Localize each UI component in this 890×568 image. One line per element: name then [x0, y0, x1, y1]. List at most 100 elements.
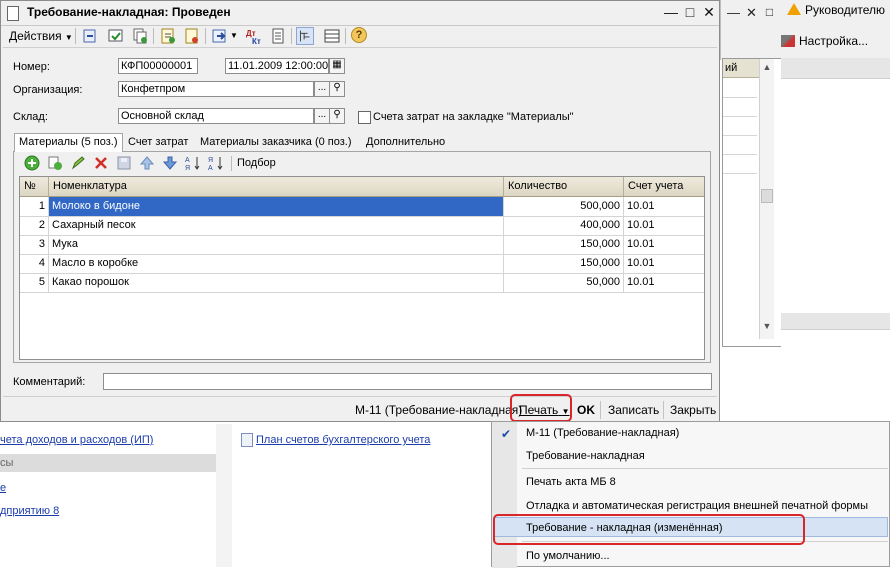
column-header-account[interactable]: Счет учета	[624, 177, 704, 196]
tab-cost-account[interactable]: Счет затрат	[124, 134, 192, 151]
cell-nomenclature[interactable]: Мука	[49, 235, 504, 254]
cell-quantity[interactable]: 500,000	[504, 197, 624, 216]
hierarchy-icon[interactable]	[296, 27, 314, 45]
cell-quantity[interactable]: 150,000	[504, 235, 624, 254]
list-item[interactable]	[723, 136, 757, 155]
cell-account[interactable]: 10.01	[624, 273, 704, 292]
calendar-icon: ▦	[332, 59, 342, 70]
move-up-icon[interactable]	[138, 154, 156, 172]
post-icon[interactable]	[107, 27, 125, 45]
close-icon[interactable]: ✕	[745, 6, 758, 19]
menu-item-m11[interactable]: М-11 (Требование-накладная)	[526, 427, 679, 439]
restore-icon[interactable]: □	[763, 6, 776, 19]
copy-icon[interactable]	[131, 27, 149, 45]
toolbar-separator	[231, 156, 232, 171]
warning-link[interactable]: Руководителю	[787, 3, 885, 17]
go-to-icon[interactable]	[211, 27, 229, 45]
sort-ascending-icon[interactable]: АЯ	[184, 154, 202, 172]
link-e[interactable]: е	[0, 482, 6, 494]
column-header-quantity[interactable]: Количество	[504, 177, 624, 196]
tab-customer-materials[interactable]: Материалы заказчика (0 поз.)	[196, 134, 356, 151]
cell-account[interactable]: 10.01	[624, 254, 704, 273]
link-enterprise[interactable]: дприятию 8	[0, 505, 59, 517]
move-down-icon[interactable]	[161, 154, 179, 172]
cell-quantity[interactable]: 400,000	[504, 216, 624, 235]
background-right-panel	[781, 58, 890, 423]
enter-based-on-icon[interactable]	[159, 27, 177, 45]
table-row[interactable]: 3 Мука 150,000 10.01	[20, 235, 704, 255]
tab-additional[interactable]: Дополнительно	[362, 134, 449, 151]
cell-quantity[interactable]: 150,000	[504, 254, 624, 273]
list-item[interactable]	[723, 98, 757, 117]
selection-button[interactable]: Подбор	[237, 157, 276, 169]
scroll-up-icon[interactable]: ▲	[762, 62, 772, 72]
help-icon[interactable]: ?	[351, 27, 367, 43]
document-structure-icon[interactable]	[183, 27, 201, 45]
cell-nomenclature[interactable]: Какао порошок	[49, 273, 504, 292]
table-row[interactable]: 4 Масло в коробке 150,000 10.01	[20, 254, 704, 274]
actions-menu-button[interactable]: Действия ▼	[7, 27, 75, 45]
cell-nomenclature[interactable]: Масло в коробке	[49, 254, 504, 273]
list-scrollbar[interactable]: ▲ ▼	[759, 59, 774, 339]
post-and-close-icon[interactable]	[81, 27, 99, 45]
cell-quantity[interactable]: 50,000	[504, 273, 624, 292]
minimize-icon[interactable]: —	[727, 6, 740, 19]
save-button[interactable]: Записать	[608, 403, 659, 417]
end-edit-icon[interactable]	[115, 154, 133, 172]
form-settings-icon[interactable]	[323, 27, 341, 45]
comment-field[interactable]	[103, 373, 712, 390]
table-row[interactable]: 1 Молоко в бидоне 500,000 10.01	[20, 197, 704, 217]
column-header-nomenclature[interactable]: Номенклатура	[49, 177, 504, 196]
add-row-icon[interactable]	[23, 154, 41, 172]
sort-descending-icon[interactable]: ЯА	[207, 154, 225, 172]
cell-account[interactable]: 10.01	[624, 197, 704, 216]
warehouse-field[interactable]: Основной склад	[118, 108, 314, 124]
minimize-icon[interactable]: —	[663, 4, 679, 20]
tab-materials[interactable]: Материалы (5 поз.)	[14, 133, 123, 152]
menu-item-default[interactable]: По умолчанию...	[526, 550, 610, 562]
cost-accounts-checkbox[interactable]	[358, 111, 371, 124]
warehouse-search-button[interactable]: ⚲	[329, 108, 345, 124]
table-row[interactable]: 5 Какао порошок 50,000 10.01	[20, 273, 704, 293]
ok-button[interactable]: OK	[577, 403, 595, 417]
settings-button[interactable]: Настройка...	[781, 34, 868, 48]
menu-item-mb8-act[interactable]: Печать акта МБ 8	[526, 476, 616, 488]
list-item[interactable]	[723, 79, 757, 98]
delete-row-icon[interactable]	[92, 154, 110, 172]
title-bar[interactable]: Требование-накладная: Проведен — □ ✕	[1, 1, 719, 26]
list-item[interactable]	[723, 117, 757, 136]
column-header-number[interactable]: №	[20, 177, 49, 196]
cost-accounts-checkbox-label[interactable]: Счета затрат на закладке "Материалы"	[373, 111, 574, 123]
cell-account[interactable]: 10.01	[624, 235, 704, 254]
scroll-down-icon[interactable]: ▼	[762, 321, 772, 331]
table-row[interactable]: 2 Сахарный песок 400,000 10.01	[20, 216, 704, 236]
checkmark-icon: ✔	[501, 427, 512, 441]
copy-row-icon[interactable]	[46, 154, 64, 172]
edit-row-icon[interactable]	[69, 154, 87, 172]
maximize-icon[interactable]: □	[682, 4, 698, 20]
report-icon[interactable]	[269, 27, 287, 45]
link-income-expense[interactable]: чета доходов и расходов (ИП)	[0, 434, 153, 446]
close-icon[interactable]: ✕	[701, 4, 717, 20]
scroll-thumb[interactable]	[761, 189, 773, 203]
dropdown-arrow-icon[interactable]: ▼	[230, 31, 238, 40]
menu-item-debug-external-form[interactable]: Отладка и автоматическая регистрация вне…	[526, 500, 868, 512]
close-button[interactable]: Закрыть	[670, 403, 716, 417]
warehouse-select-button[interactable]: ...	[314, 108, 330, 124]
number-label: Номер:	[13, 61, 50, 73]
organization-search-button[interactable]: ⚲	[329, 81, 345, 97]
organization-field[interactable]: Конфетпром	[118, 81, 314, 97]
cell-nomenclature[interactable]: Сахарный песок	[49, 216, 504, 235]
organization-select-button[interactable]: ...	[314, 81, 330, 97]
link-chart-of-accounts[interactable]: План счетов бухгалтерского учета	[256, 434, 430, 446]
cell-account[interactable]: 10.01	[624, 216, 704, 235]
calendar-button[interactable]: ▦	[329, 58, 345, 74]
menu-item-requirement-invoice[interactable]: Требование-накладная	[526, 450, 645, 462]
cell-nomenclature[interactable]: Молоко в бидоне	[49, 197, 504, 216]
list-item[interactable]	[723, 155, 757, 174]
debit-credit-icon[interactable]: ДтКт	[245, 27, 263, 45]
tools-icon	[781, 35, 795, 47]
cell-number: 1	[20, 197, 49, 216]
number-field[interactable]: КФП00000001	[118, 58, 198, 74]
date-field[interactable]: 11.01.2009 12:00:00	[225, 58, 329, 74]
